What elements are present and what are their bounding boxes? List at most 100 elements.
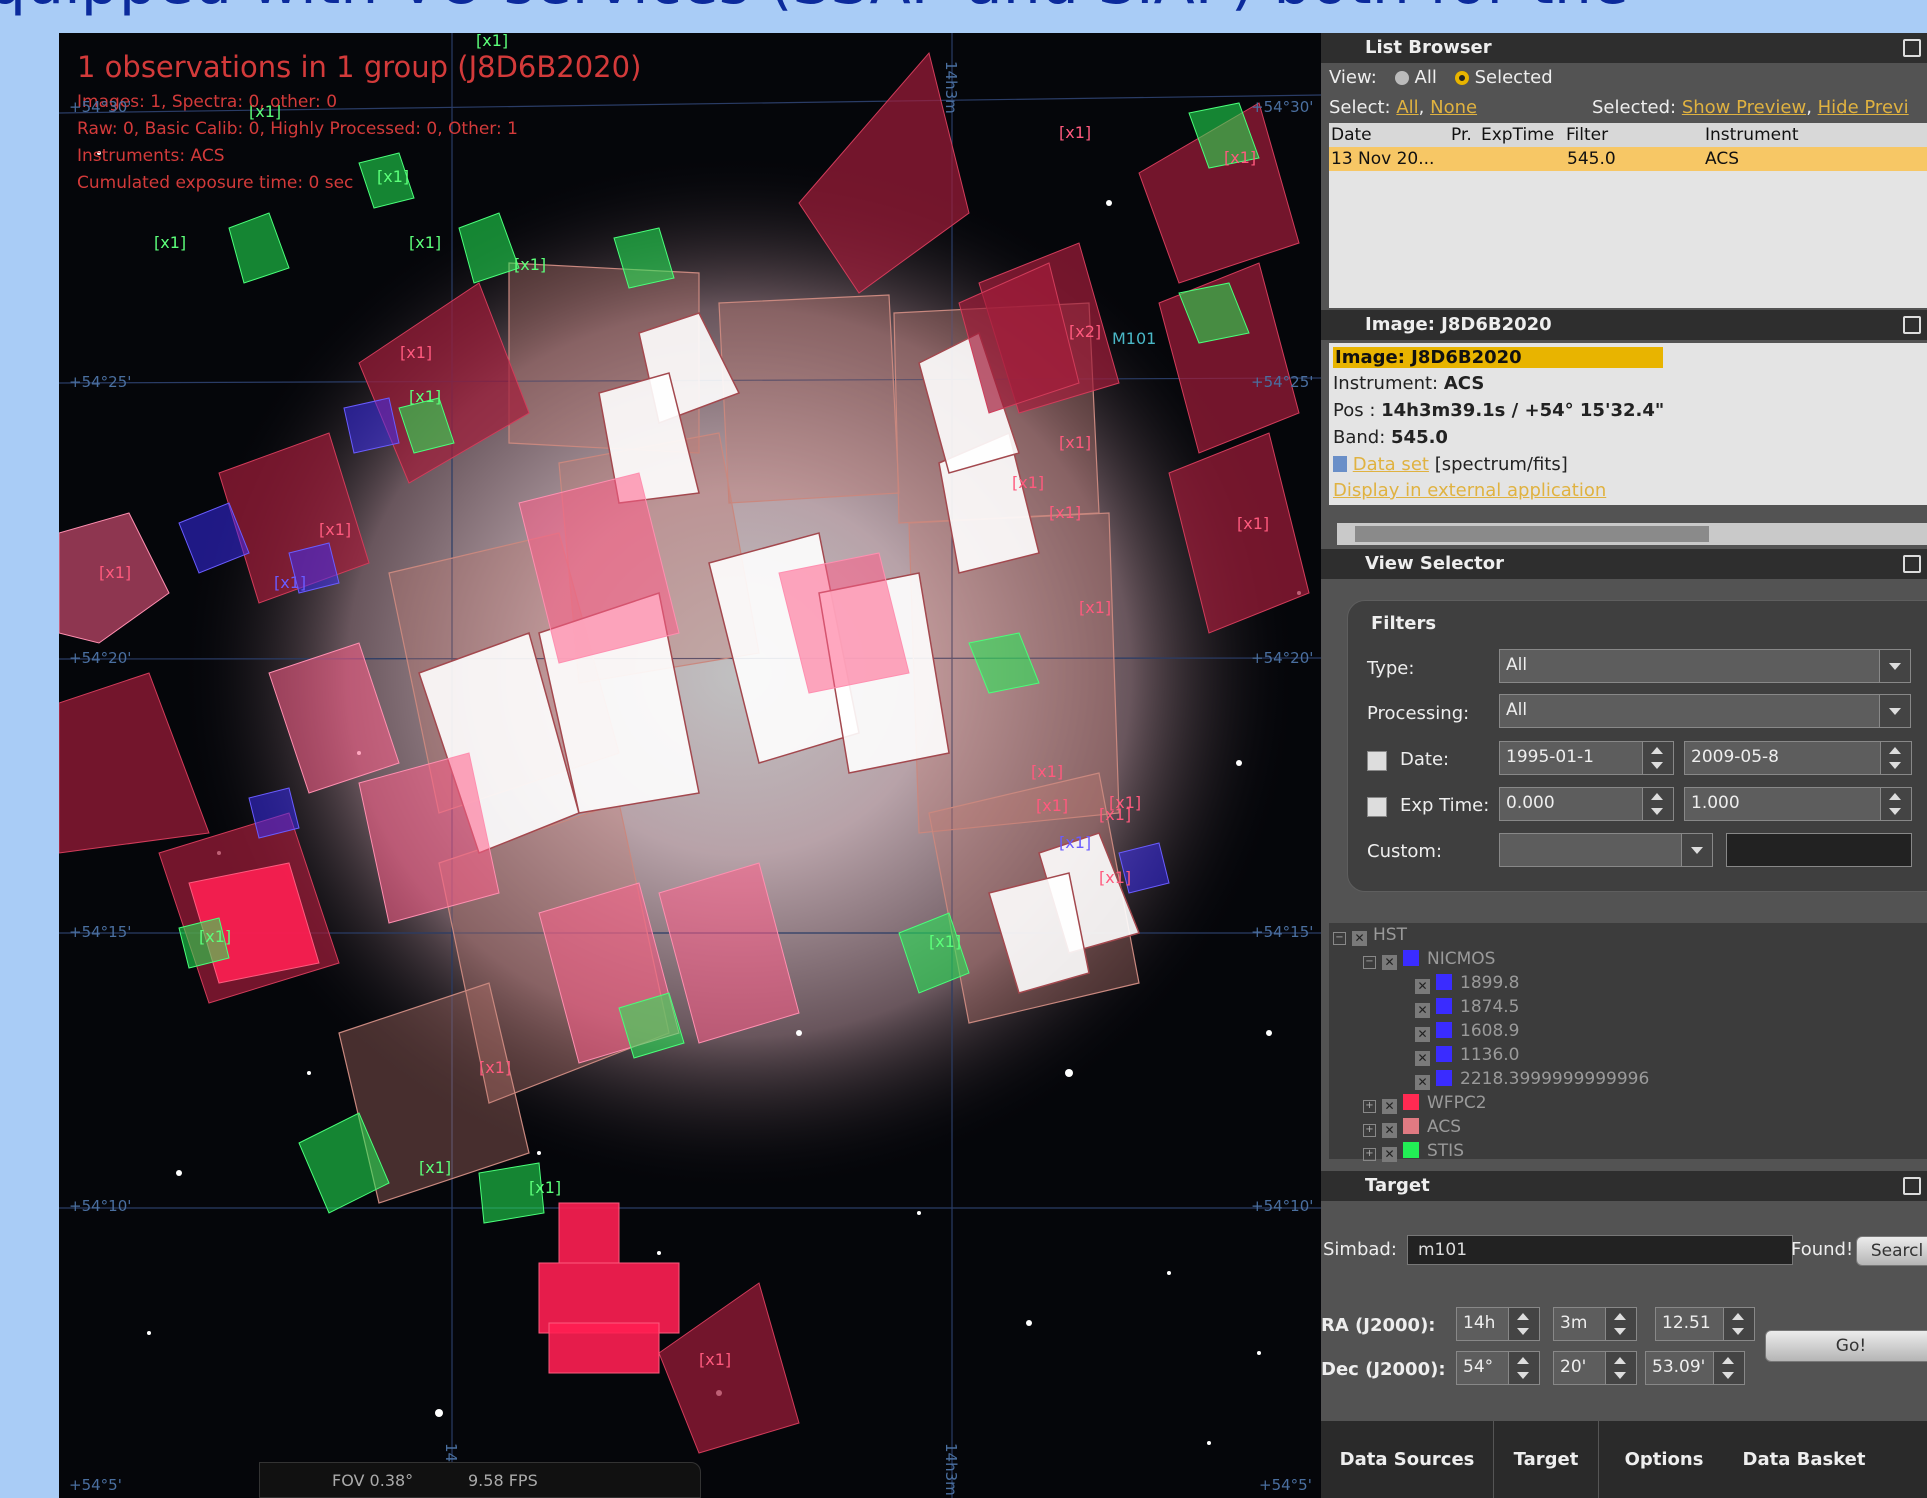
instrument-tree: − ✕ HST − ✕ NICMOS ✕ 1899.8 ✕ 1874.5 ✕ 1608.9 ✕… — [1329, 923, 1927, 1162]
radio-selected-label[interactable]: Selected — [1475, 67, 1553, 88]
spinner-arrows-icon[interactable] — [1508, 1308, 1539, 1340]
detach-icon[interactable] — [1903, 555, 1921, 573]
exptime-from-spinner[interactable]: 0.000 — [1499, 787, 1674, 821]
spinner-arrows-icon[interactable] — [1713, 1352, 1744, 1384]
target-panel-header[interactable]: Target — [1321, 1171, 1927, 1201]
custom-input[interactable] — [1726, 833, 1912, 867]
tree-label: 1608.9 — [1460, 1021, 1520, 1041]
list-browser-header[interactable]: List Browser — [1321, 33, 1927, 63]
external-app-link[interactable]: Display in external application — [1333, 480, 1606, 501]
tab-target[interactable]: Target — [1494, 1421, 1599, 1498]
tree-node-band[interactable]: ✕ 1608.9 — [1415, 1021, 1519, 1043]
search-button[interactable]: Searcl — [1856, 1236, 1927, 1266]
spinner-arrows-icon[interactable] — [1642, 742, 1673, 774]
tree-node-acs[interactable]: + ✕ ACS — [1363, 1117, 1461, 1139]
dec-seconds-spinner[interactable]: 53.09' — [1645, 1351, 1745, 1385]
col-exptime[interactable]: ExpTime — [1481, 125, 1554, 145]
sky-view[interactable]: [x1] [x1] [x1] [x1] [x1] [x1] [x1] [x1] … — [59, 33, 1321, 1498]
tree-node-nicmos[interactable]: − ✕ NICMOS — [1363, 949, 1495, 971]
color-swatch — [1436, 974, 1452, 990]
tab-data-basket[interactable]: Data Basket — [1729, 1421, 1879, 1498]
toggle-x-icon: ✕ — [1415, 1075, 1430, 1090]
exptime-from-value: 0.000 — [1506, 793, 1555, 813]
spinner-arrows-icon[interactable] — [1880, 788, 1911, 820]
count-label: [x1] — [1059, 433, 1091, 452]
count-label: [x1] — [409, 387, 441, 406]
spinner-arrows-icon[interactable] — [1605, 1308, 1636, 1340]
color-swatch — [1436, 998, 1452, 1014]
simbad-input[interactable]: m101 — [1407, 1235, 1793, 1265]
dec-label: +54°30' — [69, 98, 132, 116]
dec-minutes-value: 20' — [1560, 1357, 1587, 1377]
radio-all[interactable] — [1394, 71, 1409, 85]
processing-select[interactable]: All — [1499, 694, 1911, 728]
tree-node-band[interactable]: ✕ 1899.8 — [1415, 973, 1519, 995]
scrollbar-thumb[interactable] — [1355, 526, 1709, 542]
sky-canvas[interactable]: [x1] [x1] [x1] [x1] [x1] [x1] [x1] [x1] … — [59, 33, 1321, 1498]
exptime-to-spinner[interactable]: 1.000 — [1684, 787, 1912, 821]
col-date[interactable]: Date — [1331, 125, 1372, 145]
detach-icon[interactable] — [1903, 1177, 1921, 1195]
image-name: Image: J8D6B2020 — [1333, 347, 1663, 368]
custom-select[interactable] — [1499, 833, 1713, 867]
tree-node-band[interactable]: ✕ 2218.3999999999996 — [1415, 1069, 1649, 1091]
exptime-checkbox[interactable] — [1367, 797, 1387, 817]
radio-all-label[interactable]: All — [1415, 67, 1437, 88]
image-info-box: Image: J8D6B2020 Instrument: ACS Pos : 1… — [1329, 343, 1927, 505]
select-all-link[interactable]: All — [1396, 97, 1418, 118]
go-button[interactable]: Go! — [1765, 1330, 1927, 1362]
spinner-arrows-icon[interactable] — [1508, 1352, 1539, 1384]
tree-label: HST — [1373, 925, 1407, 945]
preview-row: Selected: Show Preview, Hide Previ — [1592, 97, 1909, 118]
dec-label: +54°15' — [1251, 923, 1314, 941]
spinner-arrows-icon[interactable] — [1605, 1352, 1636, 1384]
dec-minutes-spinner[interactable]: 20' — [1553, 1351, 1637, 1385]
spinner-arrows-icon[interactable] — [1642, 788, 1673, 820]
ra-minutes-spinner[interactable]: 3m — [1553, 1307, 1637, 1341]
tab-data-sources[interactable]: Data Sources — [1321, 1421, 1494, 1498]
detach-icon[interactable] — [1903, 39, 1921, 57]
show-preview-link[interactable]: Show Preview — [1682, 97, 1806, 118]
fov-readout: FOV 0.38° — [332, 1471, 414, 1490]
processing-label: Processing: — [1367, 703, 1470, 724]
spinner-arrows-icon[interactable] — [1880, 742, 1911, 774]
ra-seconds-spinner[interactable]: 12.51 — [1655, 1307, 1755, 1341]
type-select[interactable]: All — [1499, 649, 1911, 683]
tree-node-hst[interactable]: − ✕ HST — [1333, 925, 1407, 947]
selected-label: Selected: — [1592, 97, 1677, 118]
horizontal-scrollbar[interactable] — [1337, 523, 1927, 545]
spinner-arrows-icon[interactable] — [1723, 1308, 1754, 1340]
select-none-link[interactable]: None — [1430, 97, 1477, 118]
view-selector-header[interactable]: View Selector — [1321, 549, 1927, 579]
detach-icon[interactable] — [1903, 316, 1921, 334]
count-label: [x1] — [529, 1178, 561, 1197]
results-table-header: Date Pr. ExpTime Filter Instrument — [1329, 123, 1927, 147]
toggle-x-icon: ✕ — [1415, 979, 1430, 994]
date-checkbox[interactable] — [1367, 751, 1387, 771]
tree-node-band[interactable]: ✕ 1874.5 — [1415, 997, 1519, 1019]
count-label: [x1] — [1012, 473, 1044, 492]
tree-node-stis[interactable]: + ✕ STIS — [1363, 1141, 1464, 1163]
tree-node-wfpc2[interactable]: + ✕ WFPC2 — [1363, 1093, 1487, 1115]
dec-degrees-spinner[interactable]: 54° — [1456, 1351, 1540, 1385]
target-panel-title: Target — [1365, 1175, 1430, 1196]
date-from-spinner[interactable]: 1995-01-1 — [1499, 741, 1674, 775]
image-panel-header[interactable]: Image: J8D6B2020 — [1321, 310, 1927, 340]
count-label: [x1] — [1237, 514, 1269, 533]
count-label: [x1] — [199, 927, 231, 946]
table-row[interactable]: 13 Nov 20... 545.0 ACS — [1329, 147, 1927, 171]
col-pr[interactable]: Pr. — [1451, 125, 1472, 145]
ra-hours-spinner[interactable]: 14h — [1456, 1307, 1540, 1341]
toggle-x-icon: ✕ — [1352, 931, 1367, 946]
hide-preview-link[interactable]: Hide Previ — [1818, 97, 1909, 118]
radio-selected[interactable] — [1454, 71, 1469, 85]
count-label: [x1] — [154, 233, 186, 252]
date-to-spinner[interactable]: 2009-05-8 — [1684, 741, 1912, 775]
dataset-link[interactable]: Data set — [1353, 454, 1429, 475]
tab-options[interactable]: Options — [1599, 1421, 1729, 1498]
results-table-empty-area — [1329, 171, 1927, 308]
col-instrument[interactable]: Instrument — [1705, 125, 1799, 145]
tree-node-band[interactable]: ✕ 1136.0 — [1415, 1045, 1519, 1067]
custom-label: Custom: — [1367, 841, 1443, 862]
col-filter[interactable]: Filter — [1566, 125, 1608, 145]
